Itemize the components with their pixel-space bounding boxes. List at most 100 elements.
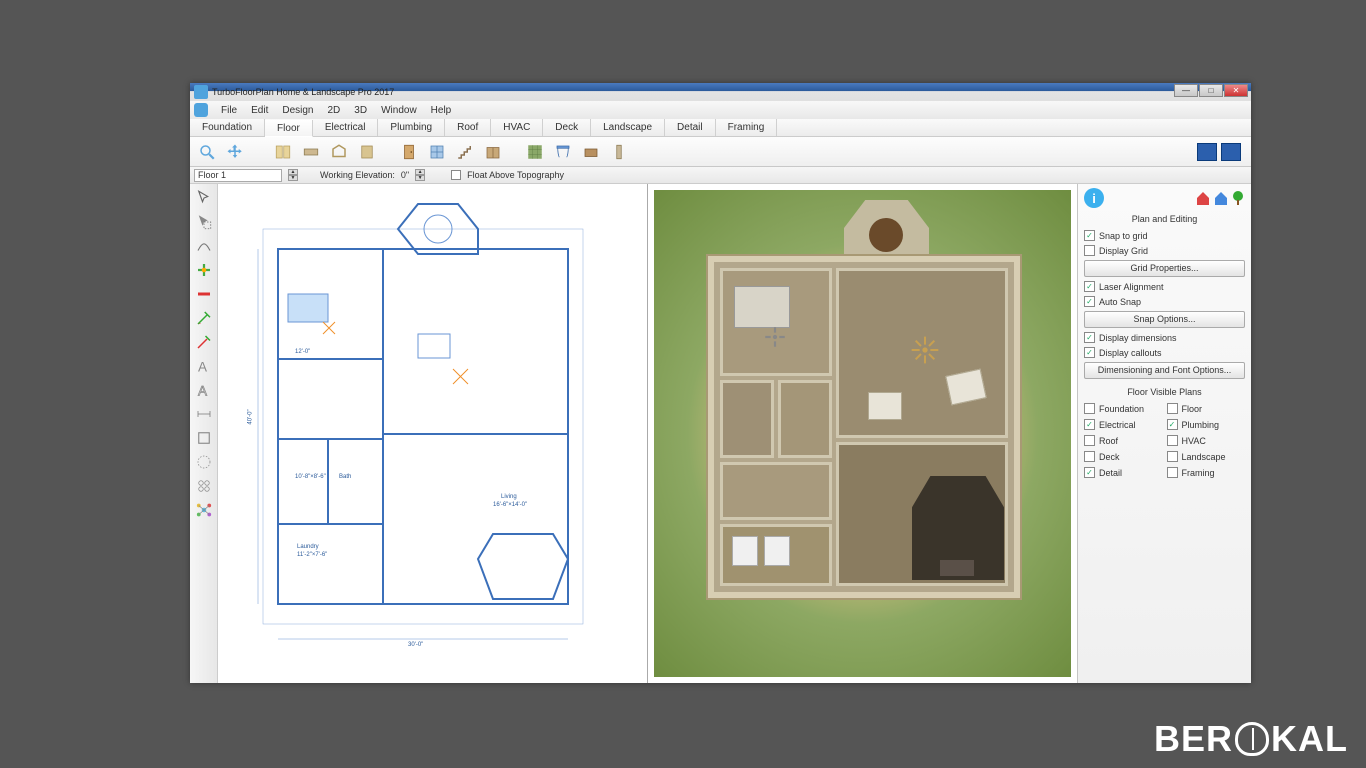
door-tool-icon[interactable] bbox=[398, 141, 420, 163]
menu-window[interactable]: Window bbox=[374, 103, 424, 118]
add-point-tool-icon[interactable] bbox=[193, 259, 215, 281]
window-tool-icon[interactable] bbox=[426, 141, 448, 163]
tab-electrical[interactable]: Electrical bbox=[313, 119, 379, 136]
display-grid-checkbox[interactable] bbox=[1084, 245, 1095, 256]
tree-icon[interactable] bbox=[1231, 190, 1245, 206]
node-tool-icon[interactable] bbox=[193, 499, 215, 521]
2d-viewport[interactable]: 30'-0" 40'-0" 12'-0" 10'-8"×8'-6" Bath L… bbox=[218, 184, 648, 683]
svg-text:A: A bbox=[198, 383, 207, 398]
text-tool-icon[interactable]: A bbox=[193, 355, 215, 377]
dimension-font-button[interactable]: Dimensioning and Font Options... bbox=[1084, 362, 1245, 379]
tab-roof[interactable]: Roof bbox=[445, 119, 491, 136]
plan-plumbing-checkbox[interactable]: ✓ bbox=[1167, 419, 1178, 430]
float-label: Float Above Topography bbox=[467, 170, 564, 180]
watermark: BERKAL bbox=[1154, 718, 1348, 760]
options-bar: Floor 1 ▲▼ Working Elevation: 0" ▲▼ Floa… bbox=[190, 167, 1251, 184]
visible-plans-grid: Foundation Floor ✓Electrical ✓Plumbing R… bbox=[1084, 401, 1245, 480]
furniture-tool-icon[interactable] bbox=[580, 141, 602, 163]
laser-label: Laser Alignment bbox=[1099, 282, 1164, 292]
view-mode-3d-button[interactable] bbox=[1221, 143, 1241, 161]
display-grid-label: Display Grid bbox=[1099, 246, 1148, 256]
menu-edit[interactable]: Edit bbox=[244, 103, 275, 118]
cabinet-tool-icon[interactable] bbox=[482, 141, 504, 163]
dims-checkbox[interactable]: ✓ bbox=[1084, 332, 1095, 343]
dimension-tool-icon[interactable] bbox=[193, 403, 215, 425]
sidebar-section-title: Plan and Editing bbox=[1084, 212, 1245, 228]
select-region-tool-icon[interactable] bbox=[193, 211, 215, 233]
tab-landscape[interactable]: Landscape bbox=[591, 119, 665, 136]
tab-deck[interactable]: Deck bbox=[543, 119, 591, 136]
app-icon bbox=[194, 85, 208, 99]
extend-tool-icon[interactable] bbox=[193, 331, 215, 353]
select-tool-icon[interactable] bbox=[193, 187, 215, 209]
maximize-button[interactable]: □ bbox=[1199, 84, 1223, 97]
float-checkbox[interactable] bbox=[451, 170, 461, 180]
zoom-icon[interactable] bbox=[196, 141, 218, 163]
plan-landscape-checkbox[interactable] bbox=[1167, 451, 1178, 462]
remove-point-tool-icon[interactable] bbox=[193, 283, 215, 305]
column-tool-icon[interactable] bbox=[608, 141, 630, 163]
autosnap-checkbox[interactable]: ✓ bbox=[1084, 296, 1095, 307]
pan-icon[interactable] bbox=[224, 141, 246, 163]
panel-tool-icon[interactable] bbox=[356, 141, 378, 163]
menu-design[interactable]: Design bbox=[275, 103, 320, 118]
plan-framing-checkbox[interactable] bbox=[1167, 467, 1178, 478]
menubar: File Edit Design 2D 3D Window Help bbox=[190, 101, 1251, 119]
elevation-value: 0" bbox=[401, 170, 409, 180]
view-mode-2d-button[interactable] bbox=[1197, 143, 1217, 161]
dims-label: Display dimensions bbox=[1099, 333, 1177, 343]
plan-foundation-checkbox[interactable] bbox=[1084, 403, 1095, 414]
grid-properties-button[interactable]: Grid Properties... bbox=[1084, 260, 1245, 277]
snap-options-button[interactable]: Snap Options... bbox=[1084, 311, 1245, 328]
house-model bbox=[714, 262, 1014, 592]
tab-hvac[interactable]: HVAC bbox=[491, 119, 543, 136]
menu-2d[interactable]: 2D bbox=[321, 103, 348, 118]
design-tabs: Foundation Floor Electrical Plumbing Roo… bbox=[190, 119, 1251, 137]
3d-viewport[interactable] bbox=[648, 184, 1077, 683]
tab-framing[interactable]: Framing bbox=[716, 119, 778, 136]
plan-floor-checkbox[interactable] bbox=[1167, 403, 1178, 414]
text-outline-tool-icon[interactable]: A bbox=[193, 379, 215, 401]
window-controls: — □ ✕ bbox=[1174, 84, 1248, 97]
stairs-tool-icon[interactable] bbox=[454, 141, 476, 163]
menu-3d[interactable]: 3D bbox=[347, 103, 374, 118]
menu-help[interactable]: Help bbox=[424, 103, 459, 118]
house-blue-icon[interactable] bbox=[1213, 190, 1229, 206]
tab-foundation[interactable]: Foundation bbox=[190, 119, 265, 136]
curtain-tool-icon[interactable] bbox=[552, 141, 574, 163]
sidebar-panel: i Plan and Editing ✓Snap to grid Display… bbox=[1077, 184, 1251, 683]
laser-checkbox[interactable]: ✓ bbox=[1084, 281, 1095, 292]
titlebar: TurboFloorPlan Home & Landscape Pro 2017… bbox=[190, 83, 1251, 101]
tab-plumbing[interactable]: Plumbing bbox=[378, 119, 445, 136]
plan-roof-checkbox[interactable] bbox=[1084, 435, 1095, 446]
plan-deck-checkbox[interactable] bbox=[1084, 451, 1095, 462]
wall-tool-icon[interactable] bbox=[300, 141, 322, 163]
snap-grid-checkbox[interactable]: ✓ bbox=[1084, 230, 1095, 241]
callouts-checkbox[interactable]: ✓ bbox=[1084, 347, 1095, 358]
3d-render bbox=[654, 190, 1071, 677]
floor-selector[interactable]: Floor 1 bbox=[194, 169, 282, 182]
shape-tool-icon[interactable] bbox=[193, 427, 215, 449]
tab-detail[interactable]: Detail bbox=[665, 119, 716, 136]
info-icon[interactable]: i bbox=[1084, 188, 1104, 208]
toolbar bbox=[190, 137, 1251, 167]
elevation-stepper[interactable]: ▲▼ bbox=[415, 169, 425, 181]
tab-floor[interactable]: Floor bbox=[265, 120, 313, 137]
tool-palette: A A bbox=[190, 184, 218, 683]
minimize-button[interactable]: — bbox=[1174, 84, 1198, 97]
floor-stepper[interactable]: ▲▼ bbox=[288, 169, 298, 181]
plan-electrical-checkbox[interactable]: ✓ bbox=[1084, 419, 1095, 430]
plan-hvac-checkbox[interactable] bbox=[1167, 435, 1178, 446]
menu-file[interactable]: File bbox=[214, 103, 244, 118]
stamp-tool-icon[interactable] bbox=[193, 451, 215, 473]
material-tool-icon[interactable] bbox=[524, 141, 546, 163]
app-menu-icon[interactable] bbox=[194, 103, 208, 117]
pattern-tool-icon[interactable] bbox=[193, 475, 215, 497]
book-icon[interactable] bbox=[272, 141, 294, 163]
close-button[interactable]: ✕ bbox=[1224, 84, 1248, 97]
room-tool-icon[interactable] bbox=[328, 141, 350, 163]
house-red-icon[interactable] bbox=[1195, 190, 1211, 206]
plan-detail-checkbox[interactable]: ✓ bbox=[1084, 467, 1095, 478]
break-tool-icon[interactable] bbox=[193, 307, 215, 329]
line-tool-icon[interactable] bbox=[193, 235, 215, 257]
